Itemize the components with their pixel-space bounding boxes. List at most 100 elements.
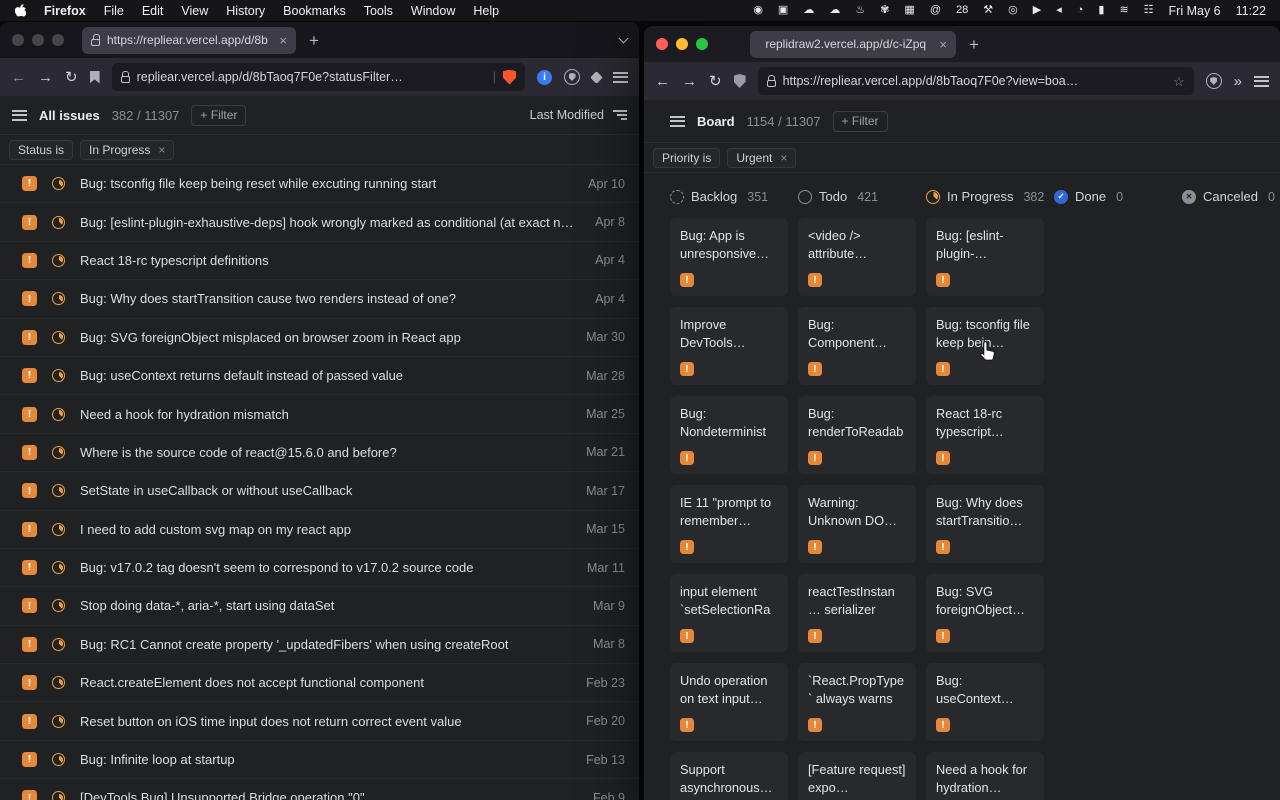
- grid-icon[interactable]: ▦: [904, 5, 914, 16]
- issue-row[interactable]: Bug: tsconfig file keep being reset whil…: [0, 165, 639, 203]
- app-menu-icon[interactable]: [670, 116, 685, 127]
- issue-card[interactable]: Bug: [eslint-plugin-…: [926, 218, 1044, 296]
- new-tab-button[interactable]: +: [969, 36, 979, 53]
- close-tab-icon[interactable]: ×: [939, 37, 947, 52]
- reload-icon[interactable]: ↻: [709, 74, 722, 89]
- drink-icon[interactable]: ♨: [855, 5, 865, 16]
- browser-tab[interactable]: replidraw2.vercel.app/d/c-iZpq ×: [750, 31, 956, 58]
- issue-card[interactable]: IE 11 "prompt to remember…: [670, 485, 788, 563]
- issue-card[interactable]: `React.PropType` always warns ab…: [798, 663, 916, 741]
- browser-menu-icon[interactable]: [1254, 76, 1269, 87]
- volume-icon[interactable]: ◂: [1056, 5, 1062, 16]
- issue-card[interactable]: Undo operation on text input…: [670, 663, 788, 741]
- menubar-time[interactable]: 11:22: [1236, 4, 1266, 18]
- menu-tools[interactable]: Tools: [364, 4, 393, 18]
- tracking-protection-shield-icon[interactable]: [734, 74, 746, 88]
- issue-card[interactable]: Bug: SVG foreignObject…: [926, 574, 1044, 652]
- reload-icon[interactable]: ↻: [65, 70, 78, 85]
- issue-card[interactable]: Bug: Component…: [798, 307, 916, 385]
- back-icon[interactable]: ←: [655, 74, 670, 89]
- issue-row[interactable]: Where is the source code of react@15.6.0…: [0, 434, 639, 472]
- issue-card[interactable]: Need a hook for hydration…: [926, 752, 1044, 800]
- menu-help[interactable]: Help: [473, 4, 499, 18]
- issue-row[interactable]: Bug: v17.0.2 tag doesn't seem to corresp…: [0, 549, 639, 587]
- issue-card[interactable]: input element `setSelectionRa…: [670, 574, 788, 652]
- new-tab-button[interactable]: +: [309, 32, 319, 49]
- issue-row[interactable]: Bug: Infinite loop at startupFeb 13: [0, 741, 639, 779]
- user-icon[interactable]: ◔: [1077, 5, 1084, 16]
- calendar-icon[interactable]: 28: [956, 5, 968, 16]
- apple-logo-icon[interactable]: [14, 4, 26, 18]
- issue-card[interactable]: Bug: App is unresponsive…: [670, 218, 788, 296]
- issue-card[interactable]: <video /> attribute…: [798, 218, 916, 296]
- issue-card[interactable]: Bug: useContext…: [926, 663, 1044, 741]
- address-bar[interactable]: repliear.vercel.app/d/8bTaoq7F0e?statusF…: [112, 63, 525, 91]
- issue-card[interactable]: Warning: Unknown DO…: [798, 485, 916, 563]
- wifi-icon[interactable]: ≋: [1119, 5, 1128, 16]
- tools-icon[interactable]: ⚒: [983, 5, 993, 16]
- zoom-window-button[interactable]: [52, 34, 64, 46]
- cloud2-icon[interactable]: ☁: [829, 5, 840, 16]
- issue-row[interactable]: React 18-rc typescript definitionsApr 4: [0, 242, 639, 280]
- filter-field-chip[interactable]: Priority is: [653, 148, 720, 168]
- overflow-chevrons-icon[interactable]: »: [1234, 74, 1242, 89]
- paw-icon[interactable]: ✾: [880, 5, 889, 16]
- issue-row[interactable]: Bug: Why does startTransition cause two …: [0, 280, 639, 318]
- menubar-date[interactable]: Fri May 6: [1169, 4, 1221, 18]
- issue-row[interactable]: [DevTools Bug] Unsupported Bridge operat…: [0, 779, 639, 800]
- screen-icon[interactable]: ▣: [778, 5, 788, 16]
- info-icon[interactable]: i: [537, 70, 552, 85]
- add-filter-button[interactable]: + Filter: [833, 111, 888, 132]
- active-app-name[interactable]: Firefox: [44, 4, 86, 18]
- issue-card[interactable]: [Feature request] expo…: [798, 752, 916, 800]
- switches-icon[interactable]: ☷: [1144, 5, 1154, 16]
- list-tabs-chevron-icon[interactable]: [619, 34, 629, 44]
- minimize-window-button[interactable]: [32, 34, 44, 46]
- issue-card[interactable]: Bug: Why does startTransitio…: [926, 485, 1044, 563]
- issue-card[interactable]: Bug: Nondeterminist…: [670, 396, 788, 474]
- extensions-icon[interactable]: [590, 71, 603, 84]
- menu-edit[interactable]: Edit: [142, 4, 164, 18]
- filter-value-chip[interactable]: In Progress ×: [80, 140, 174, 160]
- remove-filter-icon[interactable]: ×: [158, 143, 165, 157]
- issue-row[interactable]: Bug: SVG foreignObject misplaced on brow…: [0, 319, 639, 357]
- remove-filter-icon[interactable]: ×: [780, 151, 787, 165]
- issue-row[interactable]: Bug: [eslint-plugin-exhaustive-deps] hoo…: [0, 203, 639, 241]
- menu-file[interactable]: File: [104, 4, 124, 18]
- filter-field-chip[interactable]: Status is: [9, 140, 73, 160]
- bookmarks-icon[interactable]: [90, 71, 100, 84]
- address-bar[interactable]: https://repliear.vercel.app/d/8bTaoq7F0e…: [758, 67, 1194, 95]
- filter-value-chip[interactable]: Urgent ×: [727, 148, 796, 168]
- back-icon[interactable]: ←: [11, 70, 26, 85]
- forward-icon[interactable]: →: [38, 70, 53, 85]
- issue-row[interactable]: React.createElement does not accept func…: [0, 664, 639, 702]
- record-icon[interactable]: ◉: [753, 5, 763, 16]
- browser-menu-icon[interactable]: [613, 72, 628, 83]
- issue-card[interactable]: React 18-rc typescript…: [926, 396, 1044, 474]
- cloud-icon[interactable]: ☁: [803, 5, 814, 16]
- issue-card[interactable]: Improve DevTools…: [670, 307, 788, 385]
- close-window-button[interactable]: [12, 34, 24, 46]
- issue-card[interactable]: reactTestInstan… serializer: [798, 574, 916, 652]
- issue-row[interactable]: SetState in useCallback or without useCa…: [0, 472, 639, 510]
- issue-row[interactable]: Reset button on iOS time input does not …: [0, 702, 639, 740]
- issue-card[interactable]: Bug: tsconfig file keep bein…: [926, 307, 1044, 385]
- issue-row[interactable]: Bug: useContext returns default instead …: [0, 357, 639, 395]
- issue-row[interactable]: Need a hook for hydration mismatchMar 25: [0, 395, 639, 433]
- issue-row[interactable]: I need to add custom svg map on my react…: [0, 511, 639, 549]
- close-tab-icon[interactable]: ×: [279, 33, 287, 48]
- sort-label[interactable]: Last Modified: [530, 108, 604, 122]
- menu-history[interactable]: History: [226, 4, 265, 18]
- bookmark-star-icon[interactable]: ☆: [1173, 75, 1185, 88]
- disc-icon[interactable]: ◎: [1008, 5, 1018, 16]
- close-window-button[interactable]: [656, 38, 668, 50]
- forward-icon[interactable]: →: [682, 74, 697, 89]
- minimize-window-button[interactable]: [676, 38, 688, 50]
- battery-icon[interactable]: ▮: [1098, 5, 1104, 16]
- menu-window[interactable]: Window: [411, 4, 455, 18]
- brave-shield-icon[interactable]: [503, 70, 516, 85]
- play-icon[interactable]: ▶: [1033, 5, 1041, 16]
- issue-card[interactable]: Support asynchronous…: [670, 752, 788, 800]
- menu-view[interactable]: View: [181, 4, 208, 18]
- browser-tab[interactable]: https://repliear.vercel.app/d/8b ×: [82, 27, 296, 54]
